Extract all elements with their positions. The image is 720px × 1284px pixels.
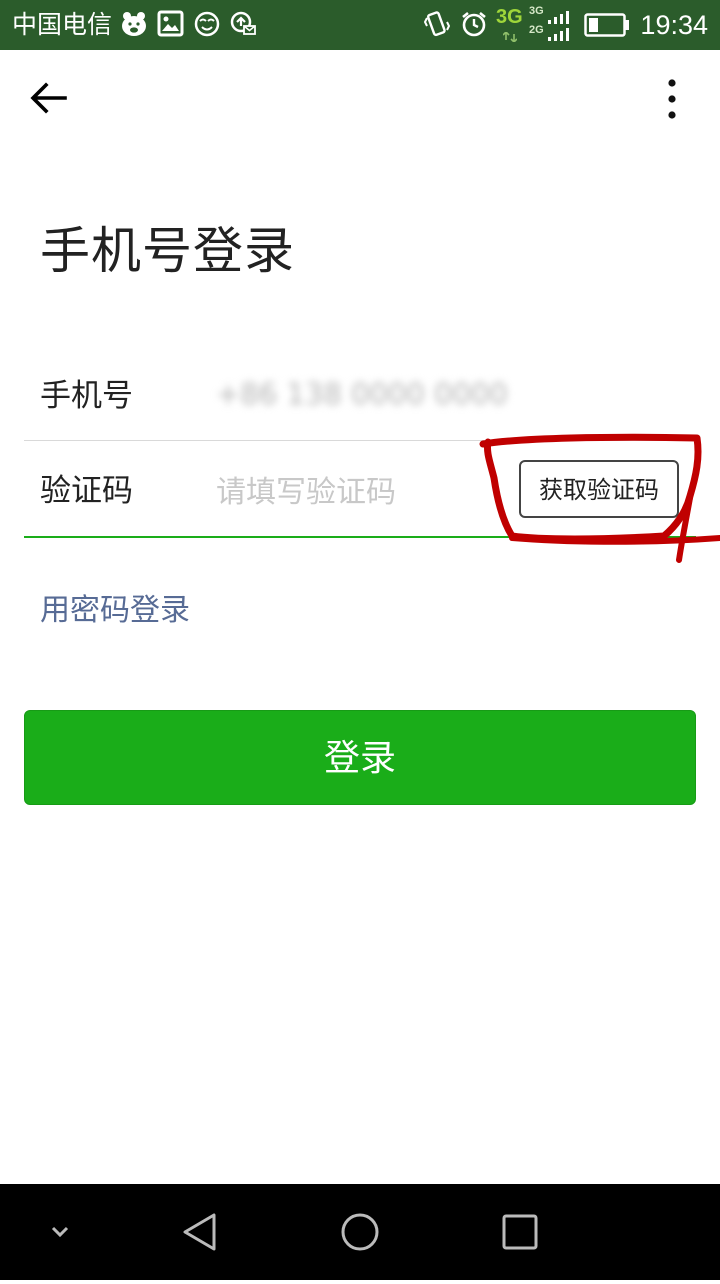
nav-home-button[interactable] bbox=[330, 1184, 390, 1280]
more-options-button[interactable] bbox=[650, 74, 694, 124]
nav-recents-button[interactable] bbox=[490, 1184, 550, 1280]
page-title: 手机号登录 bbox=[40, 222, 295, 280]
battery-icon bbox=[584, 13, 629, 37]
network-type-label: 3G bbox=[496, 6, 523, 28]
password-login-link[interactable]: 用密码登录 bbox=[40, 590, 190, 632]
phone-number-value: +86 138 0000 0000 bbox=[216, 377, 508, 411]
face-notification-icon bbox=[194, 11, 220, 37]
navigation-bar bbox=[0, 1184, 720, 1280]
chevron-down-icon bbox=[51, 1226, 69, 1238]
network-secondary-top: 3G bbox=[529, 5, 544, 17]
pig-notification-icon bbox=[122, 12, 146, 36]
more-vertical-icon bbox=[668, 79, 676, 119]
sync-mail-notification-icon bbox=[230, 11, 256, 35]
square-recents-icon bbox=[502, 1214, 538, 1250]
arrow-left-icon bbox=[30, 82, 67, 114]
status-bar: 中国电信 3G 3G 2G 19:34 bbox=[0, 0, 720, 50]
network-secondary-bottom: 2G bbox=[529, 24, 544, 36]
signal-strength-icon bbox=[548, 11, 569, 41]
data-arrows-icon bbox=[503, 32, 517, 42]
nav-back-button[interactable] bbox=[170, 1184, 230, 1280]
image-notification-icon bbox=[157, 10, 184, 37]
back-button[interactable] bbox=[22, 74, 72, 124]
status-time: 19:34 bbox=[640, 10, 708, 40]
carrier-name: 中国电信 bbox=[12, 10, 113, 39]
vibrate-icon bbox=[424, 11, 450, 37]
code-label: 验证码 bbox=[40, 473, 133, 509]
alarm-clock-icon bbox=[462, 11, 486, 37]
phone-label: 手机号 bbox=[40, 378, 133, 414]
get-code-button[interactable]: 获取验证码 bbox=[519, 460, 679, 518]
nav-collapse-button[interactable] bbox=[30, 1184, 90, 1280]
circle-home-icon bbox=[341, 1213, 379, 1251]
phone-row-divider bbox=[24, 440, 696, 441]
triangle-back-icon bbox=[183, 1213, 216, 1251]
code-row-focus-underline bbox=[24, 536, 696, 538]
login-button[interactable]: 登录 bbox=[24, 710, 696, 805]
verification-code-input[interactable] bbox=[216, 468, 496, 516]
